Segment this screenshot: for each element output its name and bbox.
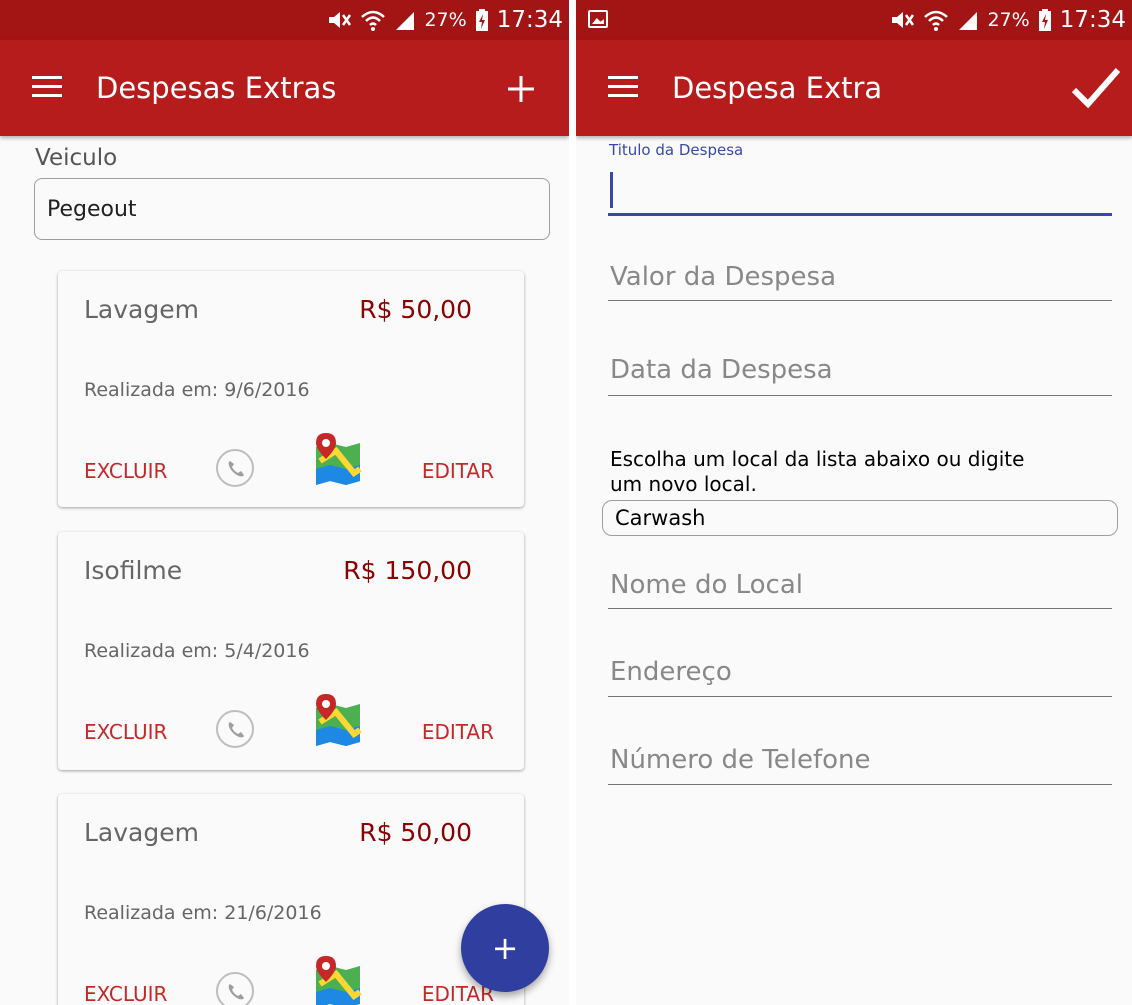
address-field[interactable]: Endereço [608,657,1112,697]
map-icon[interactable] [314,433,362,485]
signal-icon [959,12,978,30]
location-name-placeholder: Nome do Local [610,570,804,600]
expense-card: Isofilme R$ 150,00 Realizada em: 5/4/201… [58,532,524,770]
map-icon[interactable] [314,694,362,746]
battery-percent: 27% [424,9,467,31]
expense-date: Realizada em: 5/4/2016 [84,640,310,662]
phone-icon[interactable] [216,710,254,748]
mute-icon [329,12,352,28]
location-name-field[interactable]: Nome do Local [608,570,1112,610]
check-icon[interactable] [1068,62,1124,114]
mute-icon [892,12,915,28]
expense-value: R$ 50,00 [359,818,472,847]
phone-field[interactable]: Número de Telefone [608,745,1112,787]
date-placeholder: Data da Despesa [610,355,833,385]
vehicle-label: Veiculo [35,145,118,171]
phone-icon[interactable] [216,449,254,487]
status-time: 17:34 [1059,7,1126,33]
phone-underline [608,784,1112,785]
wifi-icon [924,10,949,31]
plus-icon [508,76,534,102]
menu-icon[interactable] [608,76,638,98]
value-field[interactable]: Valor da Despesa [608,262,1112,302]
status-bar: 27% 17:34 [576,0,1132,40]
expense-title: Isofilme [84,556,183,585]
edit-button[interactable]: EDITAR [422,459,494,483]
screen-divider [569,0,576,1005]
signal-icon [396,12,415,30]
app-bar: Despesas Extras [0,40,569,136]
value-placeholder: Valor da Despesa [610,262,837,292]
wifi-icon [361,10,386,31]
app-bar: Despesa Extra [576,40,1132,136]
expense-value: R$ 50,00 [359,295,472,324]
expense-card: Lavagem R$ 50,00 Realizada em: 9/6/2016 … [58,271,524,507]
expense-title: Lavagem [84,295,199,324]
delete-button[interactable]: EXCLUIR [84,982,167,1005]
status-icons: 27% 17:34 [889,6,1126,34]
edit-button[interactable]: EDITAR [422,720,494,744]
add-expense-fab[interactable]: + [461,904,549,992]
title-input[interactable] [608,166,1112,216]
menu-icon[interactable] [32,76,62,98]
image-notification-icon [588,10,608,28]
map-icon[interactable] [314,956,362,1005]
date-field[interactable]: Data da Despesa [608,355,1112,396]
title-field-label: Titulo da Despesa [609,141,744,159]
expense-form-screen: 27% 17:34 Despesa Extra Titulo da Despes… [576,0,1132,1005]
expense-card: Lavagem R$ 50,00 Realizada em: 21/6/2016… [58,794,524,1005]
address-placeholder: Endereço [610,657,732,687]
battery-percent: 27% [987,9,1030,31]
phone-placeholder: Número de Telefone [610,745,871,775]
page-title: Despesas Extras [96,71,337,105]
location-hint: Escolha um local da lista abaixo ou digi… [610,447,1025,496]
text-cursor [610,172,613,208]
date-field-underline [608,395,1112,396]
expense-date: Realizada em: 21/6/2016 [84,902,322,924]
battery-charging-icon [1038,9,1051,31]
status-time: 17:34 [496,7,563,33]
status-bar: 27% 17:34 [0,0,569,40]
location-select[interactable]: Carwash [602,500,1118,536]
page-title: Despesa Extra [672,71,883,105]
title-input-underline [608,213,1112,216]
address-underline [608,696,1112,697]
value-field-underline [608,300,1112,301]
expense-date: Realizada em: 9/6/2016 [84,379,310,401]
delete-button[interactable]: EXCLUIR [84,720,167,744]
expenses-list-screen: 27% 17:34 Despesas Extras Veiculo Pegeou… [0,0,569,1005]
delete-button[interactable]: EXCLUIR [84,459,167,483]
status-icons: 27% 17:34 [326,6,563,34]
location-name-underline [608,608,1112,609]
expense-title: Lavagem [84,818,199,847]
add-expense-button[interactable] [495,60,547,116]
phone-icon[interactable] [216,972,254,1005]
battery-charging-icon [475,9,488,31]
expense-value: R$ 150,00 [343,556,472,585]
vehicle-select[interactable]: Pegeout [34,178,550,240]
